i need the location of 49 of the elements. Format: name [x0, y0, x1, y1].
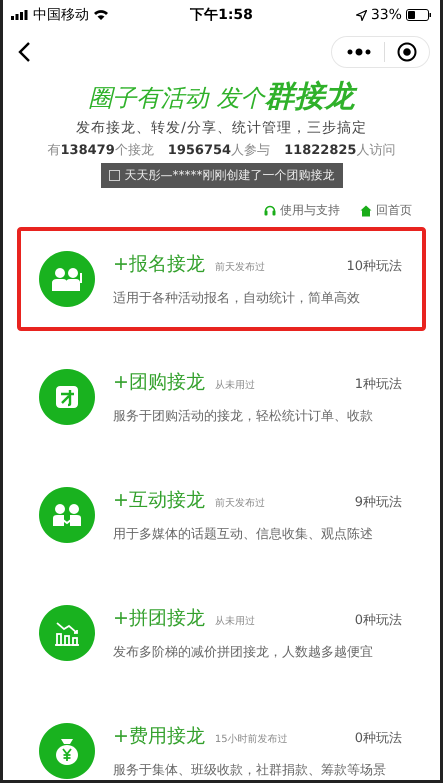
stat-text: 有138479个接龙 — [48, 142, 154, 159]
bar-chart-icon — [39, 605, 95, 661]
subtitle: 发布接龙、转发/分享、统计管理，三步搞定 — [76, 119, 367, 137]
more-icon[interactable] — [346, 48, 372, 56]
close-icon[interactable] — [397, 42, 417, 62]
usage-note: 前天发布过 — [214, 260, 265, 274]
usage-note: 从未用过 — [214, 614, 255, 628]
battery-icon — [406, 9, 432, 21]
wifi-icon — [93, 9, 109, 21]
card-title: +团购接龙 — [113, 370, 205, 395]
back-icon[interactable] — [17, 41, 31, 63]
usage-note: 15小时前发布过 — [214, 732, 288, 746]
stat-text: 1956754人参与 — [168, 142, 270, 159]
usage-note: 前天发布过 — [214, 496, 265, 510]
clock-time: 下午1:58 — [190, 6, 253, 24]
template-card[interactable]: +报名接龙 前天发布过 10种玩法 适用于各种活动报名，自动统计，简单高效 — [17, 227, 426, 331]
stat-text: 11822825人访问 — [284, 142, 396, 159]
card-title: +报名接龙 — [113, 252, 205, 277]
template-card[interactable]: +拼团接龙 从未用过 0种玩法 发布多阶梯的减价拼团接龙，人数越多越便宜 — [17, 581, 426, 685]
card-description: 服务于团购活动的接龙，轻松统计订单、收款 — [113, 408, 374, 425]
card-description: 用于多媒体的话题互动、信息收集、观点陈述 — [113, 526, 374, 543]
card-description: 服务于集体、班级收款，社群捐款、筹款等场景 — [113, 762, 387, 779]
variant-count: 1种玩法 — [354, 376, 402, 393]
card-title: +拼团接龙 — [113, 606, 205, 631]
variant-count: 9种玩法 — [354, 494, 402, 511]
card-title: +互动接龙 — [113, 488, 205, 513]
battery-percent: 33% — [370, 7, 402, 23]
card-title: +费用接龙 — [113, 724, 205, 749]
template-card[interactable]: +费用接龙 15小时前发布过 0种玩法 服务于集体、班级收款，社群捐款、筹款等场景 — [17, 699, 426, 780]
signal-icon — [11, 10, 29, 20]
variant-count: 10种玩法 — [346, 258, 402, 275]
handshake-icon — [39, 487, 95, 543]
template-card[interactable]: +互动接龙 前天发布过 9种玩法 用于多媒体的话题互动、信息收集、观点陈述 — [17, 463, 426, 567]
ticker-text: 天天彤—*****刚刚创建了一个团购接龙 — [124, 167, 334, 184]
people-icon — [39, 251, 95, 307]
carrier-name: 中国移动 — [33, 6, 89, 24]
usage-note: 从未用过 — [214, 378, 255, 392]
headset-icon — [264, 204, 276, 217]
variant-count: 0种玩法 — [354, 730, 402, 747]
variant-count: 0种玩法 — [354, 612, 402, 629]
location-icon — [356, 10, 367, 20]
card-description: 适用于各种活动报名，自动统计，简单高效 — [113, 290, 361, 307]
card-description: 发布多阶梯的减价拼团接龙，人数越多越便宜 — [113, 644, 374, 661]
home-icon — [360, 204, 372, 216]
nav-link[interactable]: 使用与支持 — [264, 202, 340, 219]
template-card[interactable]: +团购接龙 从未用过 1种玩法 服务于团购活动的接龙，轻松统计订单、收款 — [17, 345, 426, 449]
nav-link[interactable]: 回首页 — [360, 202, 412, 219]
money-bag-icon — [39, 723, 95, 779]
checkbox-icon — [108, 170, 120, 181]
